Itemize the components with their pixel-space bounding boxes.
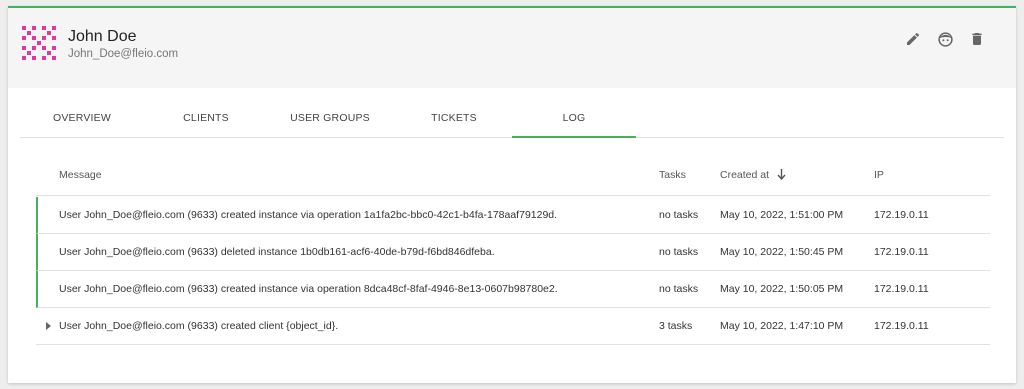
row-ip: 172.19.0.11 <box>874 320 929 332</box>
edit-button[interactable] <box>904 30 922 48</box>
tab-bar: OVERVIEW CLIENTS USER GROUPS TICKETS LOG <box>20 104 1004 138</box>
header-created-at-label: Created at <box>720 169 770 181</box>
tab-clients[interactable]: CLIENTS <box>144 104 268 138</box>
table-row[interactable]: User John_Doe@fleio.com (9633) created i… <box>36 197 990 234</box>
tab-tickets[interactable]: TICKETS <box>392 104 516 138</box>
user-header: John Doe John_Doe@fleio.com <box>8 8 1016 88</box>
user-name: John Doe <box>68 28 137 45</box>
row-tasks: no tasks <box>659 246 699 258</box>
header-message: Message <box>59 169 102 181</box>
header-tasks: Tasks <box>659 169 686 181</box>
row-message: User John_Doe@fleio.com (9633) created c… <box>59 320 339 332</box>
tab-user-groups[interactable]: USER GROUPS <box>268 104 392 138</box>
row-tasks: no tasks <box>659 209 699 221</box>
row-tasks: no tasks <box>659 283 699 295</box>
row-ip: 172.19.0.11 <box>874 246 929 258</box>
tab-log[interactable]: LOG <box>512 104 636 138</box>
user-details-card: John Doe John_Doe@fleio.com OVERVIEW CLI… <box>8 6 1016 383</box>
header-created-at[interactable]: Created at <box>720 168 786 182</box>
header-actions <box>904 30 986 48</box>
delete-button[interactable] <box>968 30 986 48</box>
tab-overview[interactable]: OVERVIEW <box>20 104 144 138</box>
table-row[interactable]: User John_Doe@fleio.com (9633) deleted i… <box>36 234 990 271</box>
trash-icon <box>972 33 982 45</box>
row-created-at: May 10, 2022, 1:51:00 PM <box>720 209 844 221</box>
row-created-at: May 10, 2022, 1:50:05 PM <box>720 283 844 295</box>
row-created-at: May 10, 2022, 1:50:45 PM <box>720 246 844 258</box>
header-ip: IP <box>874 169 884 181</box>
table-row[interactable]: User John_Doe@fleio.com (9633) created i… <box>36 271 990 308</box>
arrow-down-icon <box>777 169 786 180</box>
row-tasks: 3 tasks <box>659 320 693 332</box>
row-message: User John_Doe@fleio.com (9633) created i… <box>59 209 558 221</box>
face-icon <box>937 31 953 47</box>
pencil-icon <box>907 32 920 45</box>
impersonate-button[interactable] <box>936 30 954 48</box>
user-email: John_Doe@fleio.com <box>68 48 179 60</box>
row-created-at: May 10, 2022, 1:47:10 PM <box>720 320 844 332</box>
avatar-identicon <box>22 26 56 60</box>
table-row[interactable]: User John_Doe@fleio.com (9633) created c… <box>36 308 990 345</box>
row-ip: 172.19.0.11 <box>874 283 929 295</box>
row-ip: 172.19.0.11 <box>874 209 929 221</box>
row-message: User John_Doe@fleio.com (9633) deleted i… <box>59 246 495 258</box>
expand-row-icon[interactable] <box>46 322 51 330</box>
row-message: User John_Doe@fleio.com (9633) created i… <box>59 283 558 295</box>
log-table-header: Message Tasks Created at IP <box>36 168 990 196</box>
